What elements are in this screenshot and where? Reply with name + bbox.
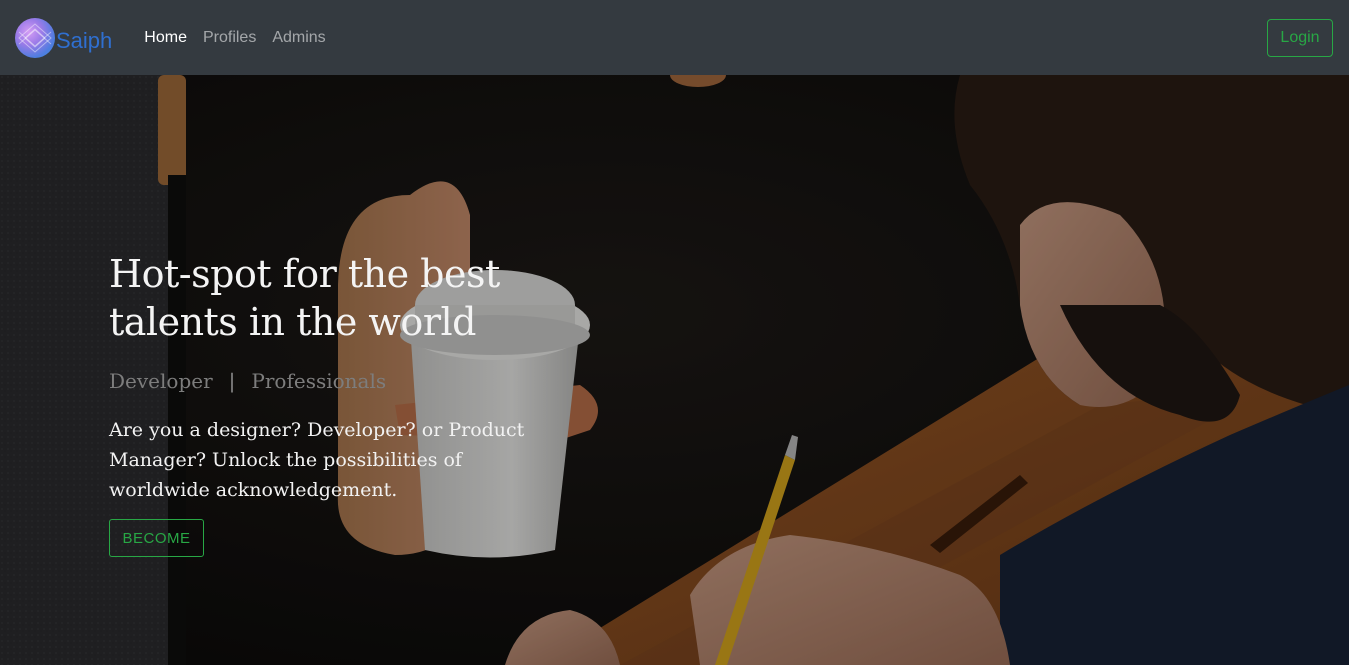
hero-roles: Developer | Professionals — [109, 369, 569, 393]
brand-link[interactable]: Saiph — [15, 17, 113, 58]
hero-section: Hot-spot for the best talents in the wor… — [0, 75, 1349, 665]
brand-name: Saiph — [56, 27, 113, 53]
role-separator: | — [228, 369, 236, 393]
nav-link-home[interactable]: Home — [136, 29, 195, 47]
top-navbar: Saiph Home Profiles Admins Login — [0, 0, 1349, 75]
hero-content: Hot-spot for the best talents in the wor… — [109, 250, 569, 557]
brand-logo-icon — [15, 17, 55, 58]
role-developer: Developer — [109, 369, 213, 393]
become-button[interactable]: BECOME — [109, 519, 204, 557]
hero-title: Hot-spot for the best talents in the wor… — [109, 252, 500, 344]
nav-link-profiles[interactable]: Profiles — [195, 29, 264, 47]
login-button[interactable]: Login — [1267, 18, 1333, 57]
nav-links: Home Profiles Admins — [136, 29, 333, 47]
nav-link-admins[interactable]: Admins — [264, 29, 333, 47]
hero-description: Are you a designer? Developer? or Produc… — [109, 419, 525, 501]
role-professionals: Professionals — [251, 369, 387, 393]
